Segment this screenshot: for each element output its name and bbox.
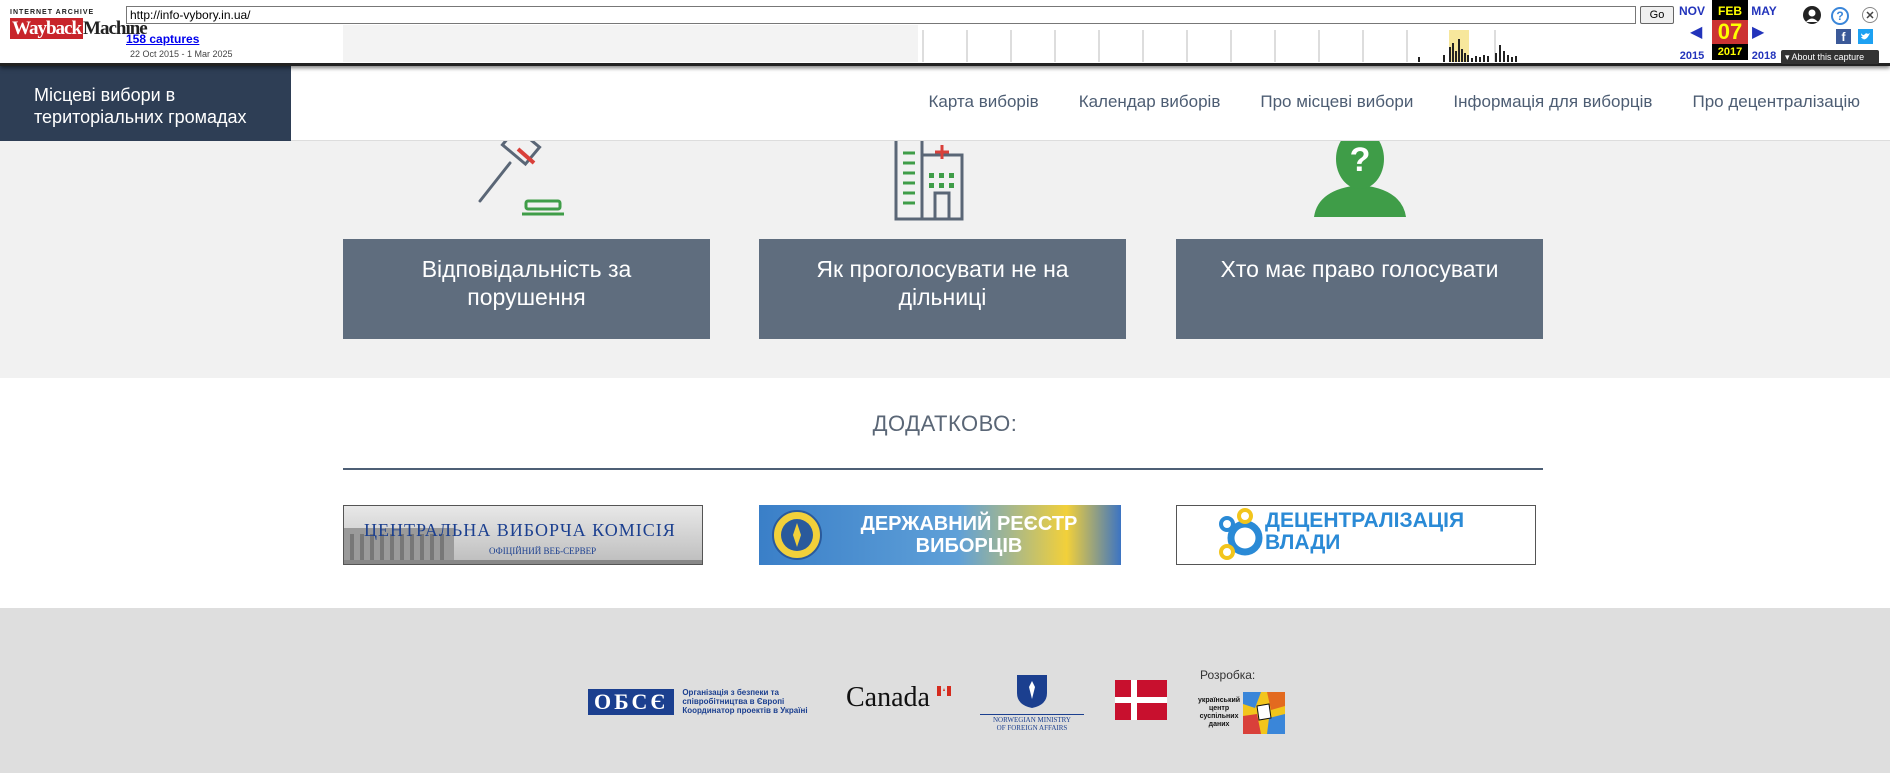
nav-elections-calendar[interactable]: Календар виборів	[1079, 92, 1221, 112]
site-header: Місцеві вибори в територіальних громадах…	[0, 66, 1890, 141]
person-question-icon: ?	[1314, 141, 1406, 217]
go-button[interactable]: Go	[1640, 6, 1674, 24]
help-icon[interactable]: ?	[1831, 7, 1849, 25]
nav-elections-map[interactable]: Карта виборів	[929, 92, 1039, 112]
decentralization-title: ДЕЦЕНТРАЛІЗАЦІЯ ВЛАДИ	[1265, 509, 1465, 554]
url-input[interactable]: http://info-vybory.in.ua/	[126, 6, 1636, 24]
about-capture-button[interactable]: ▾ About this capture	[1781, 50, 1879, 64]
ucsd-text: український центр суспільних даних	[1198, 697, 1241, 728]
nav-voter-info[interactable]: Інформація для виборців	[1453, 92, 1652, 112]
norway-crest-icon	[1017, 675, 1047, 708]
additional-section: ДОДАТКОВО: ЦЕНТРАЛЬНА ВИБОРЧА КОМІСІЯ ОФ…	[0, 378, 1890, 608]
osce-logo[interactable]: ОБСЄ Організація з безпеки та співробітн…	[588, 688, 808, 715]
osce-abbr: ОБСЄ	[588, 688, 675, 715]
brand-line-1: Місцеві вибори в	[34, 85, 176, 105]
footer: ОБСЄ Організація з безпеки та співробітн…	[0, 608, 1890, 773]
wayback-logo[interactable]: INTERNET ARCHIVE Wayback Machine	[10, 9, 148, 53]
capture-sparkline[interactable]	[343, 25, 1535, 62]
developer-label: Розробка:	[1200, 668, 1256, 682]
user-icon[interactable]	[1803, 6, 1821, 24]
osce-text: Організація з безпеки та співробітництва…	[682, 688, 808, 715]
ucsd-logo[interactable]: український центр суспільних даних	[1198, 692, 1286, 734]
prev-arrow-icon[interactable]: ◀	[1690, 22, 1702, 42]
cec-title: ЦЕНТРАЛЬНА ВИБОРЧА КОМІСІЯ	[364, 520, 676, 540]
section-title: ДОДАТКОВО:	[872, 411, 1018, 436]
gavel-icon	[478, 141, 564, 216]
captures-range: 22 Oct 2015 - 1 Mar 2025	[130, 49, 233, 59]
logo-wayback-machine: Wayback Machine	[10, 18, 148, 39]
canada-flag-icon	[936, 686, 951, 696]
captures-link[interactable]: 158 captures	[126, 32, 199, 46]
norway-mfa-logo[interactable]: NORWEGIAN MINISTRY OF FOREIGN AFFAIRS	[980, 673, 1084, 732]
banner-cec[interactable]: ЦЕНТРАЛЬНА ВИБОРЧА КОМІСІЯ ОФІЦІЙНИЙ ВЕБ…	[343, 505, 703, 565]
close-icon[interactable]	[1862, 7, 1878, 23]
facebook-icon[interactable]: f	[1836, 29, 1851, 44]
norway-text: NORWEGIAN MINISTRY OF FOREIGN AFFAIRS	[980, 714, 1084, 732]
site-brand[interactable]: Місцеві вибори в територіальних громадах	[0, 66, 291, 141]
brand-line-2: територіальних громадах	[34, 107, 247, 127]
wayback-toolbar: INTERNET ARCHIVE Wayback Machine http://i…	[0, 0, 1890, 66]
registry-emblem-icon	[772, 510, 822, 560]
card-vote-outside-station[interactable]: Як проголосувати не на дільниці	[759, 239, 1126, 339]
section-divider	[343, 468, 1543, 470]
banner-voter-registry[interactable]: ДЕРЖАВНИЙ РЕЄСТР ВИБОРЦІВ	[759, 505, 1121, 565]
nav-about-local-elections[interactable]: Про місцеві вибори	[1260, 92, 1413, 112]
topic-cards-section: ? Відповідальність за порушення Як прого…	[0, 141, 1890, 378]
next-capture[interactable]: MAY 2018	[1742, 2, 1786, 62]
nav-about-decentralization[interactable]: Про децентралізацію	[1692, 92, 1860, 112]
card-who-can-vote[interactable]: Хто має право голосувати	[1176, 239, 1543, 339]
denmark-flag-icon[interactable]	[1115, 680, 1167, 720]
banner-decentralization[interactable]: ДЕЦЕНТРАЛІЗАЦІЯ ВЛАДИ	[1176, 505, 1536, 565]
cec-subtitle: ОФІЦІЙНИЙ ВЕБ-СЕРВЕР	[489, 546, 597, 556]
registry-title: ДЕРЖАВНИЙ РЕЄСТР ВИБОРЦІВ	[860, 513, 1078, 557]
ucsd-mosaic-icon	[1243, 692, 1286, 734]
hospital-icon	[894, 141, 964, 221]
logo-internet-archive: INTERNET ARCHIVE	[10, 9, 95, 16]
twitter-icon[interactable]	[1858, 29, 1873, 44]
card-responsibility[interactable]: Відповідальність за порушення	[343, 239, 710, 339]
main-nav: Карта виборів Календар виборів Про місце…	[929, 92, 1861, 112]
canada-logo[interactable]: Canada	[846, 682, 951, 714]
svg-text:?: ?	[1350, 141, 1371, 179]
